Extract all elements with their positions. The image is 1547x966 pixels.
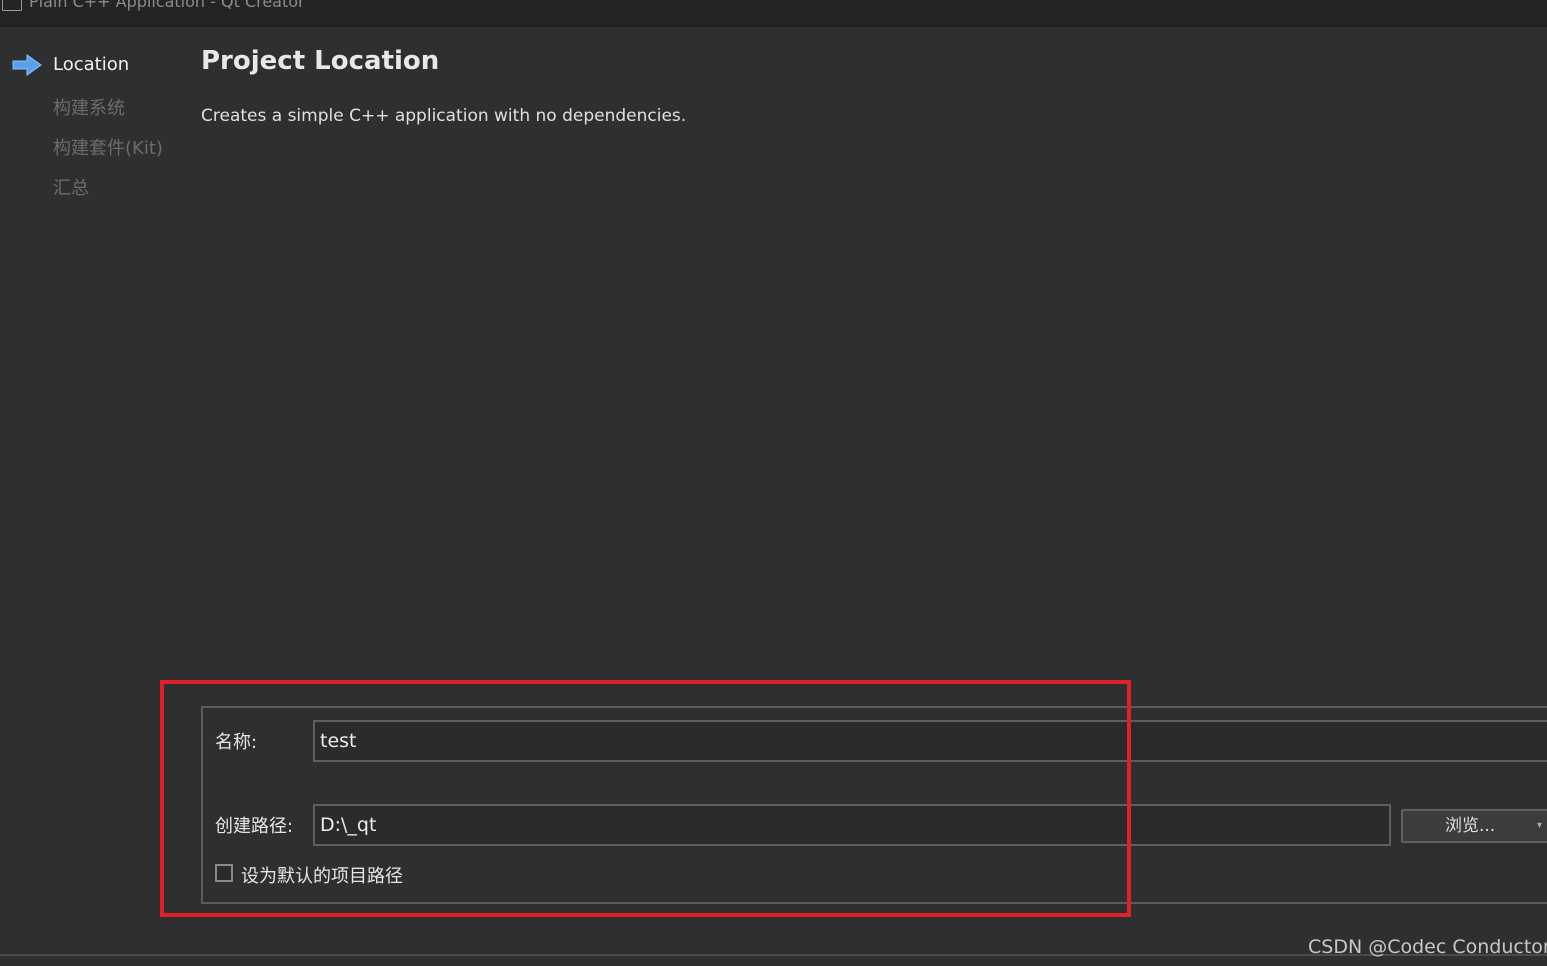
page-title: Project Location [201, 46, 440, 76]
terminal-app-icon [2, 0, 22, 11]
watermark-text: CSDN @Codec Conductor [1308, 936, 1547, 958]
page-description: Creates a simple C++ application with no… [201, 106, 687, 126]
window-title: Plain C++ Application - Qt Creator [29, 0, 305, 11]
red-highlight-annotation [160, 680, 1131, 917]
browse-button[interactable]: 浏览... ▾ [1401, 809, 1547, 843]
current-step-arrow-icon [12, 54, 42, 76]
wizard-step-build-system: 构建系统 [53, 98, 125, 119]
window-titlebar: Plain C++ Application - Qt Creator [0, 0, 1547, 27]
dropdown-caret-icon: ▾ [1537, 820, 1543, 831]
wizard-step-kits: 构建套件(Kit) [53, 138, 163, 159]
wizard-step-summary: 汇总 [53, 178, 89, 199]
wizard-step-location: Location [53, 54, 130, 75]
browse-button-label: 浏览... [1445, 816, 1496, 836]
